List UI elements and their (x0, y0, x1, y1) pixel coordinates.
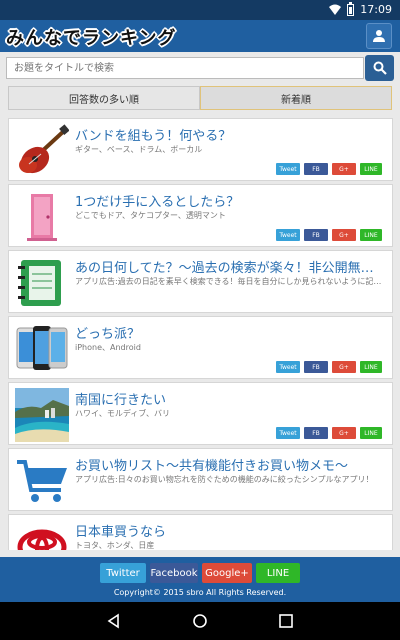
list-item[interactable]: お買い物リスト～共有機能付きお買い物メモ～ アプリ広告:日々のお買い物忘れを防ぐ… (8, 448, 393, 511)
item-subtitle: アプリ広告:日々のお買い物忘れを防ぐための機能のみに絞ったシンプルなアプリ！ (75, 475, 374, 484)
app-bar: みんなでランキング (0, 20, 400, 52)
door-icon (27, 194, 57, 241)
item-subtitle: アプリ広告:過去の日記を素早く検索できる！毎日を自分にしか見られないように記… (75, 277, 382, 286)
line-button[interactable]: LINE (360, 229, 382, 241)
toyota-logo (17, 529, 67, 550)
list-item[interactable]: 南国に行きたい ハワイ、モルディブ、バリ Tweet FB G+ LINE (8, 382, 393, 445)
tweet-button[interactable]: Tweet (276, 163, 300, 175)
footer-facebook-button[interactable]: Facebook (150, 563, 198, 583)
share-buttons: Tweet FB G+ LINE (276, 427, 382, 439)
footer-twitter-button[interactable]: Twitter (100, 563, 146, 583)
status-time: 17:09 (360, 3, 392, 16)
list-item[interactable]: 日本車買うなら トヨタ、ホンダ、日産 (8, 514, 393, 550)
item-title: どっち派？ (75, 327, 141, 342)
home-icon[interactable] (192, 613, 208, 629)
share-buttons: Tweet FB G+ LINE (276, 361, 382, 373)
tab-most-answers[interactable]: 回答数の多い順 (8, 86, 200, 110)
gplus-button[interactable]: G+ (332, 163, 356, 175)
facebook-button[interactable]: FB (304, 361, 328, 373)
status-bar: 17:09 (0, 0, 400, 20)
recent-apps-icon[interactable] (278, 613, 294, 629)
tweet-button[interactable]: Tweet (276, 229, 300, 241)
gplus-button[interactable]: G+ (332, 361, 356, 373)
search-bar (0, 52, 400, 84)
list-item[interactable]: どっち派？ iPhone、Android Tweet FB G+ LINE (8, 316, 393, 379)
topic-list: バンドを組もう！何やる？ ギター、ベース、ドラム、ボーカル Tweet FB G… (0, 116, 400, 550)
notebook-icon (18, 260, 61, 306)
share-buttons: Tweet FB G+ LINE (276, 163, 382, 175)
line-button[interactable]: LINE (360, 427, 382, 439)
search-button[interactable] (365, 55, 394, 81)
line-button[interactable]: LINE (360, 361, 382, 373)
item-subtitle: どこでもドア、タケコプター、透明マント (75, 211, 226, 220)
item-subtitle: ギター、ベース、ドラム、ボーカル (75, 145, 203, 154)
gplus-button[interactable]: G+ (332, 427, 356, 439)
share-buttons: Tweet FB G+ LINE (276, 229, 382, 241)
item-title: あの日何してた？～過去の検索が楽々！非公開無… (75, 261, 374, 276)
item-title: お買い物リスト～共有機能付きお買い物メモ～ (75, 459, 349, 474)
tweet-button[interactable]: Tweet (276, 361, 300, 373)
user-button[interactable] (366, 23, 392, 49)
facebook-button[interactable]: FB (304, 229, 328, 241)
item-title: 1つだけ手に入るとしたら？ (75, 195, 240, 210)
app-title: みんなでランキング (6, 28, 177, 49)
item-title: 南国に行きたい (75, 393, 167, 408)
facebook-button[interactable]: FB (304, 163, 328, 175)
search-input[interactable] (6, 57, 364, 79)
guitar-icon (19, 124, 69, 174)
beach-photo (15, 388, 69, 442)
sort-tabs: 回答数の多い順 新着順 (8, 86, 392, 110)
search-icon (373, 61, 387, 75)
item-title: バンドを組もう！何やる？ (75, 129, 232, 144)
item-subtitle: トヨタ、ホンダ、日産 (75, 541, 155, 550)
back-icon[interactable] (106, 613, 122, 629)
list-item[interactable]: 1つだけ手に入るとしたら？ どこでもドア、タケコプター、透明マント Tweet … (8, 184, 393, 247)
footer-share-buttons: Twitter Facebook Google+ LINE (0, 563, 400, 583)
tab-newest[interactable]: 新着順 (200, 86, 392, 110)
footer-gplus-button[interactable]: Google+ (202, 563, 252, 583)
tweet-button[interactable]: Tweet (276, 427, 300, 439)
list-item[interactable]: あの日何してた？～過去の検索が楽々！非公開無… アプリ広告:過去の日記を素早く検… (8, 250, 393, 313)
gplus-button[interactable]: G+ (332, 229, 356, 241)
system-nav-bar (0, 602, 400, 640)
facebook-button[interactable]: FB (304, 427, 328, 439)
user-icon (373, 30, 385, 42)
footer: Twitter Facebook Google+ LINE Copyright©… (0, 557, 400, 602)
battery-icon (347, 1, 355, 16)
item-title: 日本車買うなら (75, 525, 167, 540)
line-button[interactable]: LINE (360, 163, 382, 175)
item-subtitle: ハワイ、モルディブ、バリ (75, 409, 171, 418)
footer-line-button[interactable]: LINE (256, 563, 300, 583)
cart-icon (17, 460, 67, 502)
list-item[interactable]: バンドを組もう！何やる？ ギター、ベース、ドラム、ボーカル Tweet FB G… (8, 118, 393, 181)
copyright-text: Copyright© 2015 sbro All Rights Reserved… (113, 588, 287, 597)
item-subtitle: iPhone、Android (75, 343, 141, 352)
phones-icon (16, 326, 68, 370)
wifi-icon (329, 4, 342, 15)
